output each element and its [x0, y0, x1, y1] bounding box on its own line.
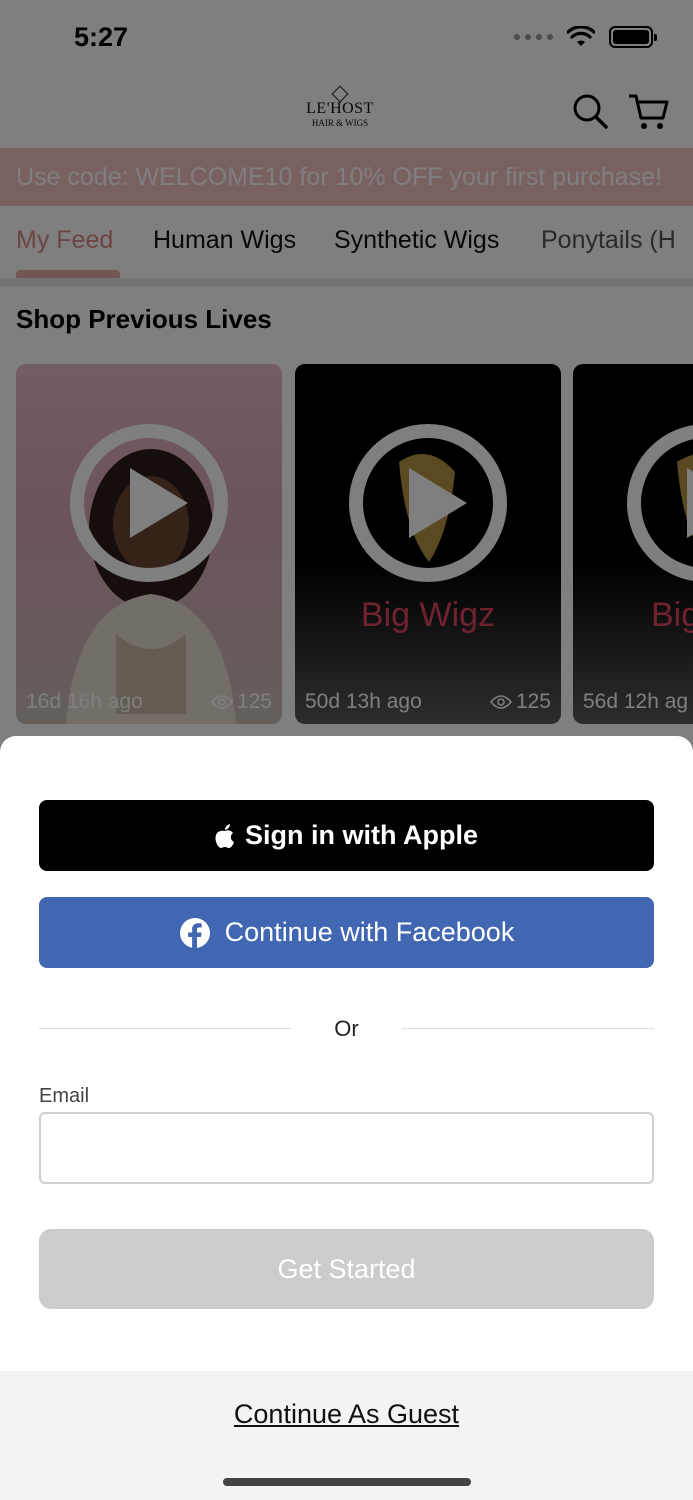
divider-right [402, 1028, 654, 1029]
facebook-icon [179, 917, 210, 948]
guest-footer: Continue As Guest [0, 1371, 693, 1500]
email-field[interactable] [39, 1112, 654, 1184]
or-separator: Or [334, 1016, 359, 1041]
get-started-button[interactable]: Get Started [39, 1229, 654, 1309]
home-indicator[interactable] [223, 1478, 471, 1486]
sign-in-with-apple-button[interactable]: Sign in with Apple [39, 800, 654, 871]
apple-icon [215, 823, 234, 848]
app-screen: 5:27 LE'HOST HAIR & WIGS [0, 0, 693, 1500]
email-label: Email [39, 1085, 90, 1107]
continue-with-facebook-button[interactable]: Continue with Facebook [39, 897, 654, 968]
continue-as-guest-link[interactable]: Continue As Guest [0, 1399, 693, 1430]
sign-in-sheet: Sign in with Apple Continue with Faceboo… [0, 736, 693, 1500]
